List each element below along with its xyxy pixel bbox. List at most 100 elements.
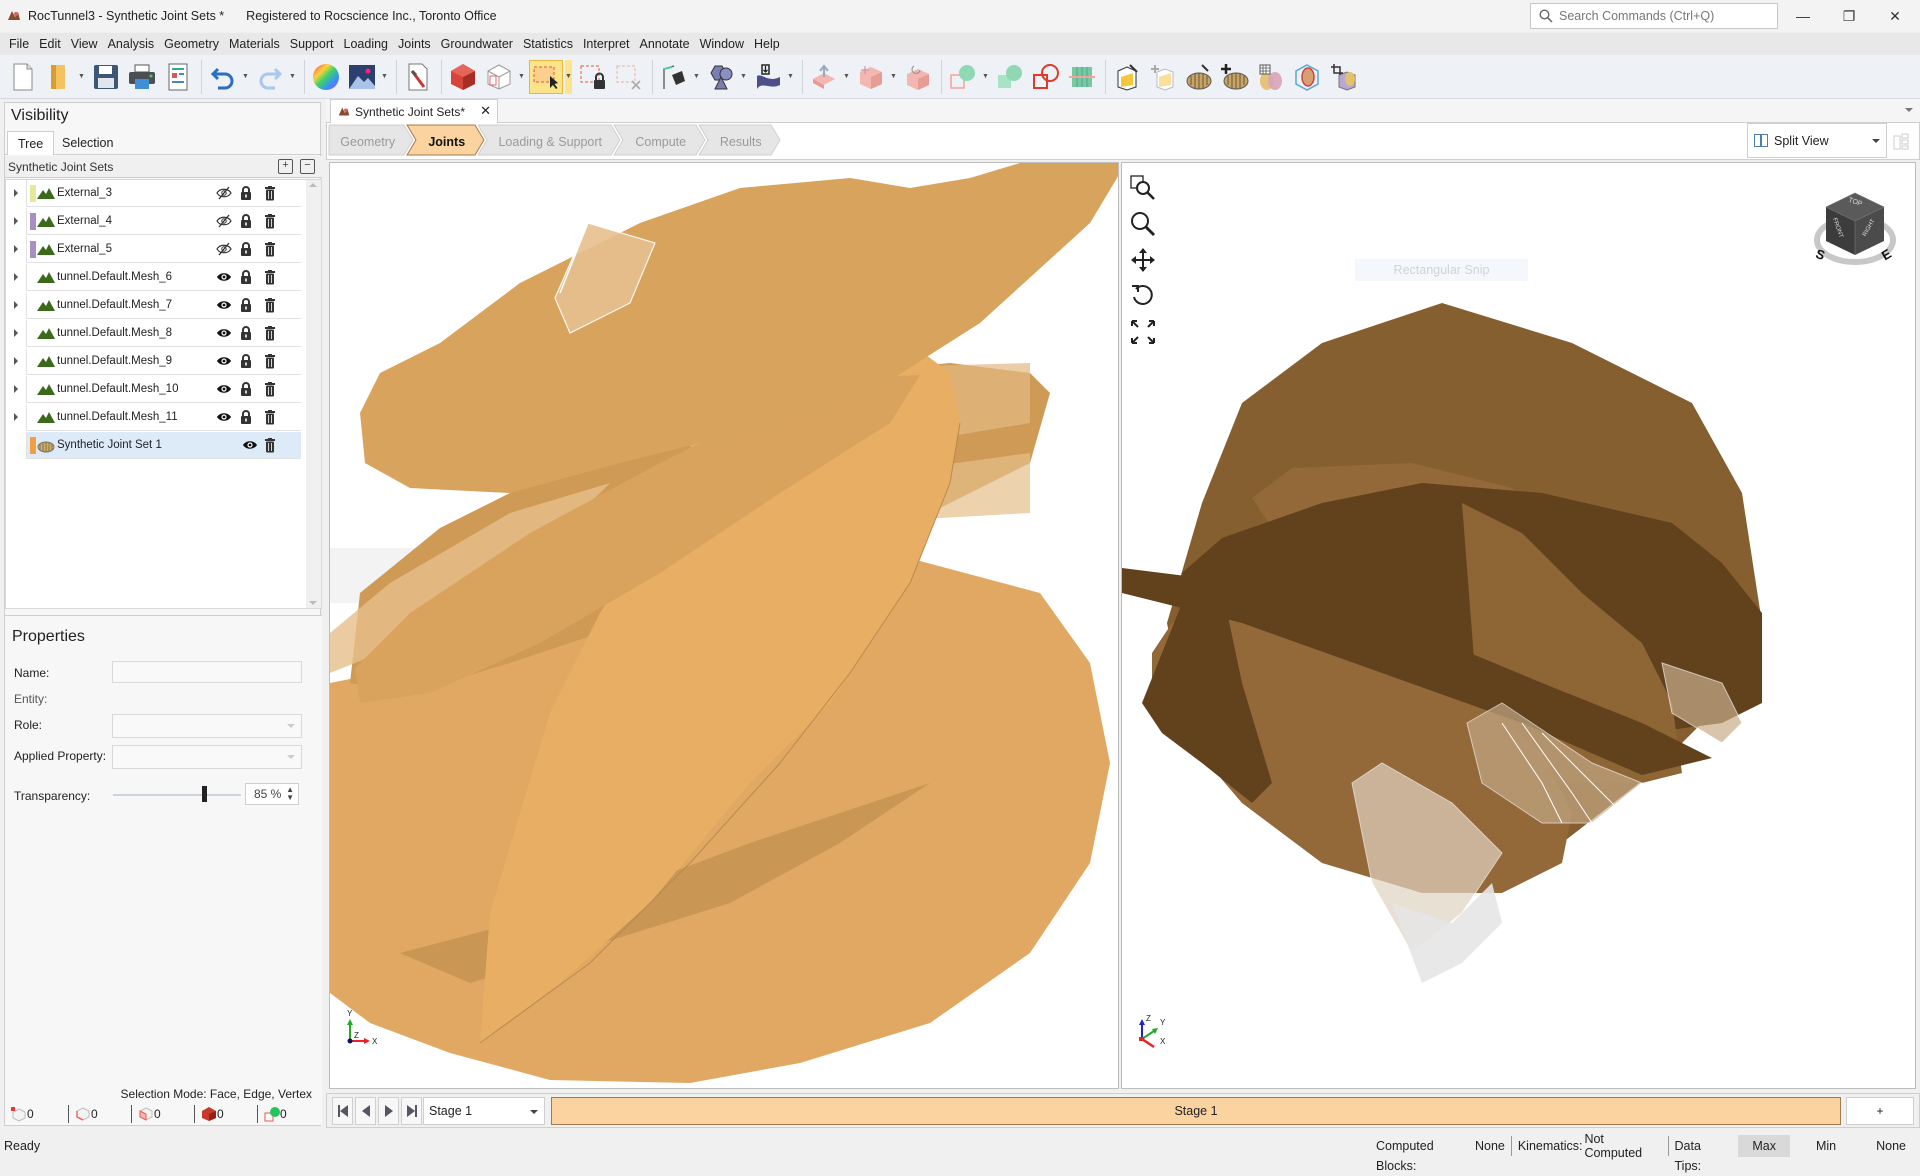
menu-analysis[interactable]: Analysis [103,33,160,55]
eye-icon[interactable] [216,381,232,397]
workflow-step-shape[interactable] [406,124,485,156]
lock-selection-button[interactable] [576,60,610,94]
move-block-button[interactable] [854,60,888,94]
edit-joint-button[interactable] [1110,60,1144,94]
lock-icon[interactable] [238,353,254,369]
menu-materials[interactable]: Materials [224,33,285,55]
lock-icon[interactable] [238,269,254,285]
trash-icon[interactable] [262,185,278,201]
boolean-intersect-button[interactable] [993,60,1027,94]
menu-help[interactable]: Help [749,33,785,55]
tree-item[interactable]: tunnel.Default.Mesh_11 [14,404,301,431]
crop-joint-button[interactable] [1326,60,1360,94]
menu-joints[interactable]: Joints [393,33,436,55]
name-field[interactable] [112,661,302,683]
workflow-step-shape[interactable] [698,124,781,156]
export-image-button[interactable] [345,60,379,94]
edit-joint-set-button[interactable] [1182,60,1216,94]
solid-view-button[interactable] [446,60,480,94]
eye-icon[interactable] [242,437,258,453]
select-dropdown[interactable]: ▼ [565,59,572,94]
wireframe-dropdown[interactable]: ▼ [518,60,525,94]
view-layout-button[interactable] [1893,132,1909,153]
eye-off-icon[interactable] [216,241,232,257]
role-select[interactable] [112,714,302,738]
expand-arrow-icon[interactable] [14,357,18,365]
redo-button[interactable] [253,60,287,94]
tree-scrollbar[interactable] [306,180,321,608]
expand-all-icon[interactable]: + [278,159,293,174]
close-tab-icon[interactable]: ✕ [480,103,491,119]
trash-icon[interactable] [262,269,278,285]
menu-support[interactable]: Support [285,33,339,55]
add-stage-button[interactable]: + [1846,1097,1914,1125]
open-dropdown[interactable]: ▼ [78,60,85,94]
add-joint-set-button[interactable] [1218,60,1252,94]
eye-icon[interactable] [216,409,232,425]
data-tips-max[interactable]: Max [1738,1134,1790,1157]
lock-icon[interactable] [238,185,254,201]
trash-icon[interactable] [262,409,278,425]
trash-icon[interactable] [262,297,278,313]
project-settings-button[interactable] [401,60,435,94]
next-stage-button[interactable] [378,1097,399,1125]
tree-item[interactable]: tunnel.Default.Mesh_8 [14,320,301,347]
shapes-dropdown[interactable]: ▼ [740,60,747,94]
lock-icon[interactable] [238,297,254,313]
data-tips-none[interactable]: None [1862,1135,1920,1157]
view-mode-select[interactable]: Split View [1747,123,1887,158]
polyline-button[interactable] [657,60,691,94]
eye-off-icon[interactable] [216,213,232,229]
trash-icon[interactable] [262,241,278,257]
menu-geometry[interactable]: Geometry [159,33,224,55]
menu-annotate[interactable]: Annotate [635,33,695,55]
zoom-extents-button[interactable] [1128,314,1158,350]
tab-overflow-icon[interactable] [1905,108,1913,112]
shapes-button[interactable] [704,60,738,94]
stage-track[interactable]: Stage 1 [551,1097,1841,1125]
trash-icon[interactable] [262,213,278,229]
expand-arrow-icon[interactable] [14,301,18,309]
tree-item[interactable]: tunnel.Default.Mesh_7 [14,292,301,319]
import-surface-dropdown[interactable]: ▼ [787,60,794,94]
transparency-spinbox[interactable]: 85 % ▲ ▼ [245,783,299,805]
workflow-step-shape[interactable] [613,124,706,156]
trash-icon[interactable] [262,353,278,369]
previous-stage-button[interactable] [355,1097,376,1125]
lock-icon[interactable] [238,325,254,341]
deselect-button[interactable] [612,60,646,94]
menu-interpret[interactable]: Interpret [578,33,635,55]
lock-icon[interactable] [238,409,254,425]
joint-box-button[interactable] [1290,60,1324,94]
trash-icon[interactable] [262,381,278,397]
open-button[interactable] [42,60,76,94]
eye-off-icon[interactable] [216,185,232,201]
wireframe-view-button[interactable] [482,60,516,94]
stage-select[interactable]: Stage 1 [423,1097,545,1125]
report-button[interactable] [161,60,195,94]
polyline-dropdown[interactable]: ▼ [693,60,700,94]
new-file-button[interactable] [6,60,40,94]
menu-statistics[interactable]: Statistics [518,33,578,55]
restore-button[interactable]: ❐ [1826,0,1872,32]
eye-icon[interactable] [216,353,232,369]
workflow-step-shape[interactable] [477,124,621,156]
undo-button[interactable] [206,60,240,94]
extrude-button[interactable] [807,60,841,94]
tree-item[interactable]: External_4 [14,208,301,235]
eye-icon[interactable] [216,269,232,285]
grid-button[interactable] [1065,60,1099,94]
move-block-dropdown[interactable]: ▼ [890,60,897,94]
pan-button[interactable] [1128,242,1158,278]
add-joint-button[interactable] [1146,60,1180,94]
tree-item[interactable]: External_5 [14,236,301,263]
transparency-slider-thumb[interactable] [201,786,207,802]
expand-arrow-icon[interactable] [14,385,18,393]
expand-arrow-icon[interactable] [14,413,18,421]
tree-item[interactable]: Synthetic Joint Set 1 [26,432,301,459]
joint-statistics-button[interactable] [1254,60,1288,94]
redo-dropdown[interactable]: ▼ [289,60,296,94]
lock-icon[interactable] [238,241,254,257]
search-commands-input[interactable]: Search Commands (Ctrl+Q) [1530,3,1778,29]
boolean-difference-button[interactable] [1029,60,1063,94]
